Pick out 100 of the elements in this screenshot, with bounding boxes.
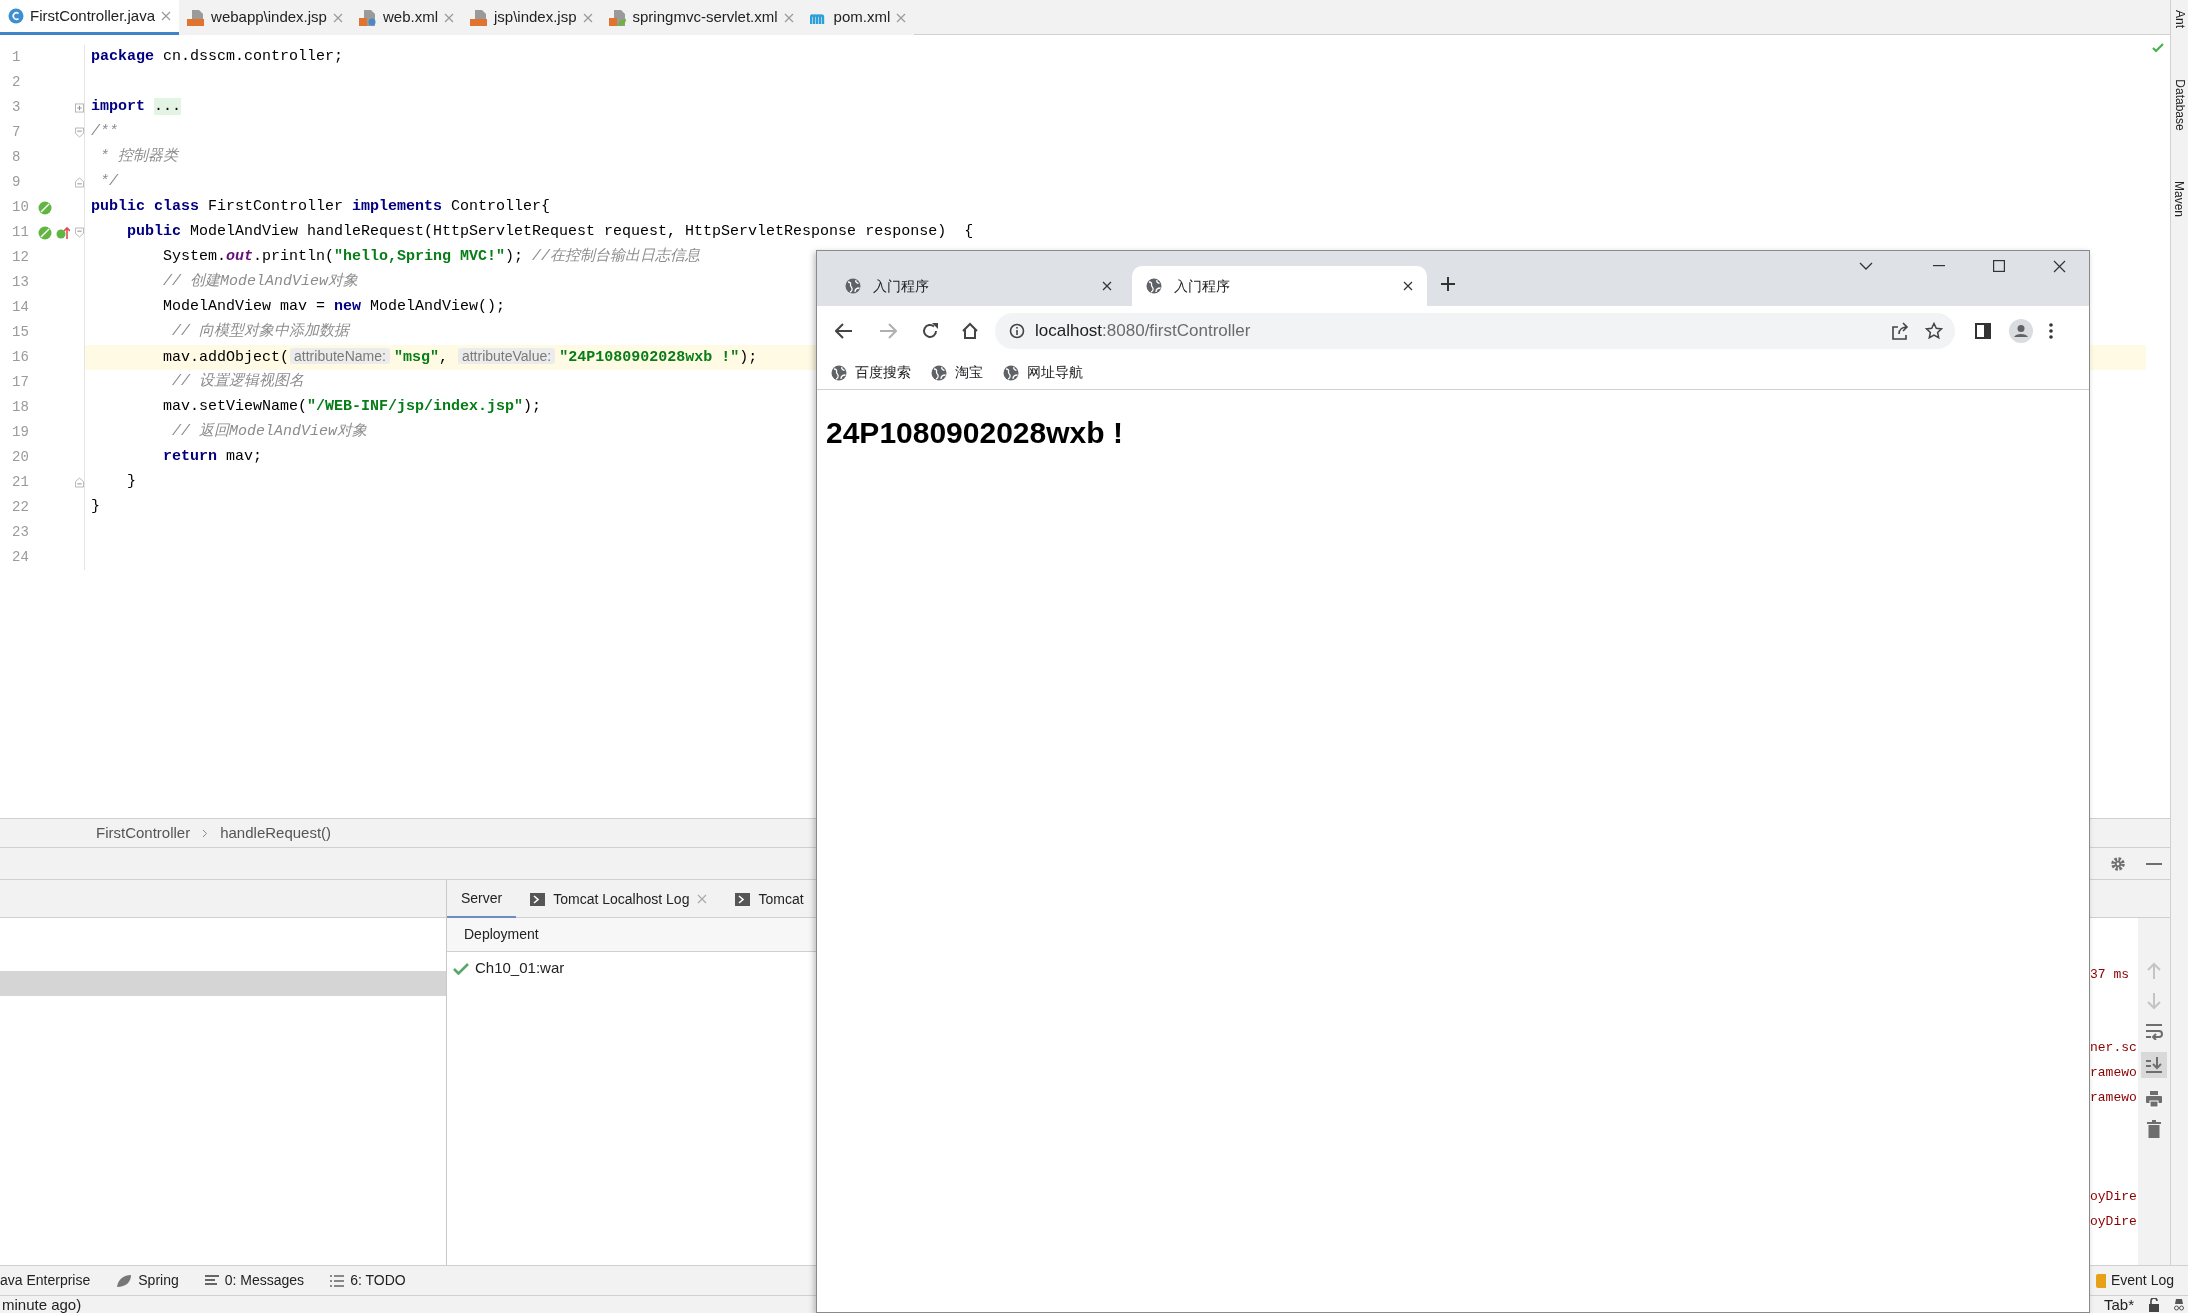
code-line: mav.setViewName("/WEB-INF/jsp/index.jsp"); — [162, 397, 542, 418]
panel-tab[interactable]: Tomcat — [721, 880, 818, 918]
bean-icon[interactable] — [37, 225, 52, 240]
scroll-to-end-icon[interactable] — [2141, 1052, 2167, 1078]
code-line: * 控制器类 — [99, 146, 178, 168]
globe-icon — [1003, 364, 1019, 381]
line-number: 14 — [11, 298, 30, 317]
list-icon — [330, 1274, 345, 1287]
breadcrumb-item[interactable]: handleRequest() — [220, 821, 332, 845]
code-line: } — [126, 472, 136, 493]
page-heading: 24P1080902028wxb ! — [826, 415, 1124, 451]
globe-icon — [831, 364, 847, 381]
bean-icon[interactable] — [37, 200, 52, 215]
tool-window-button[interactable]: 6: TODO — [330, 1270, 406, 1291]
line-number: 11 — [11, 223, 30, 242]
balloon-icon — [2095, 1273, 2106, 1288]
profile-icon[interactable] — [2009, 319, 2033, 343]
line-number: 16 — [11, 348, 30, 367]
code-line: public ModelAndView handleRequest(HttpServletRequest request, HttpServletResponse response) { — [126, 222, 974, 243]
log-line: ner.sc — [2090, 1039, 2138, 1057]
code-line: mav.addObject( attributeName: "msg", attributeValue: "24P1080902028wxb !"); — [162, 346, 758, 368]
spring-file-icon — [608, 9, 627, 26]
code-line: package cn.dsscm.controller; — [91, 47, 344, 68]
tool-window-button[interactable]: Maven — [2170, 180, 2188, 217]
messages-icon — [204, 1274, 219, 1287]
tool-window-button[interactable]: Ant — [2170, 9, 2188, 28]
column-header: Deployment — [464, 925, 539, 944]
tool-window-button[interactable]: Database — [2170, 79, 2188, 131]
line-number: 21 — [11, 473, 30, 492]
event-log-button[interactable]: Event Log — [2095, 1270, 2174, 1291]
line-number: 3 — [11, 98, 22, 117]
code-line: return mav; — [162, 447, 263, 468]
code-line: ModelAndView mav = new ModelAndView(); — [162, 297, 506, 318]
wrap-icon[interactable] — [2145, 1022, 2163, 1040]
print-icon[interactable] — [2145, 1090, 2163, 1108]
browser-tab[interactable]: 入门程序 — [1132, 266, 1427, 306]
chevron-right-icon — [202, 828, 209, 838]
line-number: 9 — [11, 173, 22, 192]
indent-indicator[interactable]: Tab* — [2103, 1296, 2134, 1313]
code-line: System.out.println("hello,Spring MVC!"); //在控制台输出日志信息 — [162, 246, 701, 268]
menu-icon[interactable] — [2049, 323, 2053, 339]
console-icon — [530, 892, 546, 906]
line-number: 19 — [11, 423, 30, 442]
lock-icon[interactable] — [2148, 1297, 2160, 1312]
info-icon[interactable] — [1009, 323, 1025, 339]
trash-icon[interactable] — [2146, 1120, 2162, 1138]
code-line: */ — [99, 172, 118, 193]
status-message: minute ago) — [1, 1296, 82, 1313]
back-icon[interactable] — [835, 323, 853, 339]
log-line: ramewo — [2090, 1089, 2138, 1107]
browser-tab[interactable]: 入门程序 — [831, 266, 1126, 306]
close-icon[interactable] — [1102, 281, 1112, 291]
jsp-file-icon — [470, 9, 488, 26]
globe-icon — [845, 278, 861, 294]
bookmark[interactable]: 淘宝 — [929, 362, 985, 383]
bookmark[interactable]: 网址导航 — [1001, 362, 1085, 383]
tool-window-button[interactable]: Spring — [116, 1270, 179, 1291]
code-line: // 创建ModelAndView对象 — [162, 271, 359, 293]
close-icon[interactable] — [2052, 259, 2066, 273]
line-number: 7 — [11, 123, 22, 142]
line-number: 17 — [11, 373, 30, 392]
log-line: 37 ms — [2090, 966, 2130, 984]
check-icon — [2151, 41, 2165, 55]
file-tab[interactable]: FirstController.java — [0, 0, 180, 35]
bookmark[interactable]: 百度搜索 — [829, 362, 913, 383]
breadcrumb-item[interactable]: FirstController — [96, 821, 191, 845]
line-number: 2 — [11, 73, 22, 92]
chevron-down-icon[interactable] — [1859, 262, 1873, 270]
maximize-icon[interactable] — [1993, 260, 2005, 272]
inspector-icon[interactable] — [2172, 1297, 2186, 1312]
reload-icon[interactable] — [921, 322, 939, 340]
deployment-item[interactable]: Ch10_01:war — [475, 957, 565, 980]
line-number: 22 — [11, 498, 30, 517]
minimize-icon[interactable] — [1933, 265, 1945, 267]
log-line: oyDire — [2090, 1213, 2138, 1231]
code-line: // 设置逻辑视图名 — [171, 371, 305, 393]
code-line: public class FirstController implements Controller{ — [91, 197, 551, 218]
line-number: 20 — [11, 448, 30, 467]
jsp-file-icon — [187, 9, 206, 26]
close-icon[interactable] — [1403, 281, 1413, 291]
settings-icon[interactable] — [2110, 855, 2126, 872]
line-number: 23 — [11, 523, 30, 542]
line-number: 10 — [11, 198, 30, 217]
share-icon[interactable] — [1891, 322, 1909, 340]
side-panel-icon[interactable] — [1975, 323, 1991, 339]
globe-icon — [931, 364, 947, 381]
url-text: localhost:8080/firstController — [1035, 320, 1251, 343]
tool-window-button[interactable]: ava Enterprise — [0, 1270, 91, 1291]
console-icon — [735, 892, 751, 906]
address-bar[interactable]: localhost:8080/firstController — [995, 313, 1955, 349]
leaf-icon — [116, 1273, 133, 1288]
home-icon[interactable] — [961, 322, 979, 340]
line-number: 15 — [11, 323, 30, 342]
line-number: 13 — [11, 273, 30, 292]
tool-window-button[interactable]: 0: Messages — [204, 1270, 305, 1291]
fold-expand-icon[interactable] — [75, 102, 84, 113]
panel-tab[interactable]: Tomcat Localhost Log — [516, 880, 722, 918]
star-icon[interactable] — [1925, 322, 1943, 340]
override-icon[interactable] — [55, 225, 70, 240]
new-tab-icon[interactable] — [1441, 277, 1455, 291]
